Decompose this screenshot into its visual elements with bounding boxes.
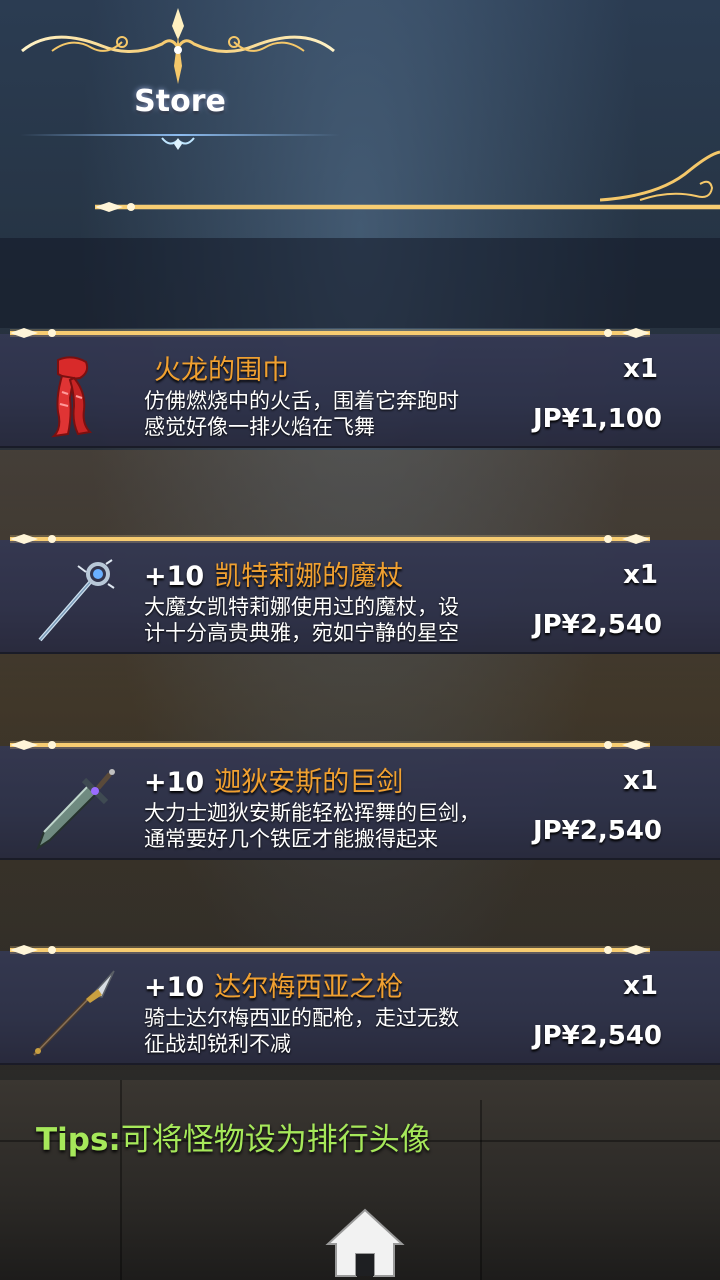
item-quantity: x1: [623, 766, 658, 796]
item-divider: [10, 945, 650, 955]
item-desc-line-2: 通常要好几个铁匠才能搬得起来: [144, 827, 438, 851]
item-quantity: x1: [623, 354, 658, 384]
item-divider: [10, 534, 650, 544]
item-title: 迦狄安斯的巨剑: [214, 767, 404, 798]
item-price-button[interactable]: JP¥2,540: [533, 1021, 662, 1051]
item-enhance-level: +10: [144, 767, 205, 798]
item-enhance-level: +10: [144, 972, 205, 1003]
item-quantity: x1: [623, 971, 658, 1001]
item-name: +10 达尔梅西亚之枪: [144, 965, 403, 1004]
red-scarf-icon: [51, 356, 93, 438]
item-description: 大力士迦狄安斯能轻松挥舞的巨剑， 通常要好几个铁匠才能搬得起来: [144, 800, 539, 852]
store-item[interactable]: +10 凯特莉娜的魔杖 大魔女凯特莉娜使用过的魔杖，设 计十分高贵典雅，宛如宁静的…: [0, 530, 720, 654]
greatsword-icon: [35, 769, 115, 851]
item-price-button[interactable]: JP¥2,540: [533, 816, 662, 846]
item-quantity: x1: [623, 560, 658, 590]
item-name: 火龙的围巾: [144, 348, 289, 387]
background-band: [0, 238, 720, 328]
item-name: +10 凯特莉娜的魔杖: [144, 554, 403, 593]
item-enhance-level: +10: [144, 561, 205, 592]
gem-ornament-icon: [161, 137, 195, 150]
store-item[interactable]: +10 迦狄安斯的巨剑 大力士迦狄安斯能轻松挥舞的巨剑， 通常要好几个铁匠才能搬得…: [0, 736, 720, 860]
item-price-button[interactable]: JP¥1,100: [533, 404, 662, 434]
item-desc-line-1: 大魔女凯特莉娜使用过的魔杖，设: [144, 595, 459, 619]
magic-staff-icon: [38, 559, 115, 642]
item-desc-line-2: 征战却锐利不减: [144, 1032, 291, 1056]
tips-label: Tips:: [36, 1122, 121, 1158]
item-desc-line-2: 感觉好像一排火焰在飞舞: [144, 415, 375, 439]
spear-icon: [32, 970, 115, 1057]
item-desc-line-1: 仿佛燃烧中的火舌，围着它奔跑时: [144, 389, 459, 413]
item-name: +10 迦狄安斯的巨剑: [144, 760, 403, 799]
header-ornament: [21, 8, 335, 84]
item-description: 骑士达尔梅西亚的配枪，走过无数 征战却锐利不减: [144, 1005, 539, 1057]
item-title: 凯特莉娜的魔杖: [214, 561, 404, 592]
item-description: 大魔女凯特莉娜使用过的魔杖，设 计十分高贵典雅，宛如宁静的星空: [144, 594, 539, 646]
tips-text: Tips:可将怪物设为排行头像: [36, 1114, 431, 1159]
item-desc-line-1: 骑士达尔梅西亚的配枪，走过无数: [144, 1006, 459, 1030]
store-item[interactable]: +10 达尔梅西亚之枪 骑士达尔梅西亚的配枪，走过无数 征战却锐利不减 x1 JP…: [0, 941, 720, 1065]
home-icon[interactable]: [324, 1206, 406, 1280]
item-divider: [10, 740, 650, 750]
item-title: 达尔梅西亚之枪: [214, 972, 404, 1003]
page-title: Store: [134, 84, 226, 119]
item-price-button[interactable]: JP¥2,540: [533, 610, 662, 640]
item-title: 火龙的围巾: [154, 355, 289, 386]
item-desc-line-1: 大力士迦狄安斯能轻松挥舞的巨剑，: [144, 801, 480, 825]
item-description: 仿佛燃烧中的火舌，围着它奔跑时 感觉好像一排火焰在飞舞: [144, 388, 539, 440]
item-divider: [10, 328, 650, 338]
tips-message: 可将怪物设为排行头像: [120, 1122, 431, 1158]
store-item[interactable]: 火龙的围巾 仿佛燃烧中的火舌，围着它奔跑时 感觉好像一排火焰在飞舞 x1 JP¥…: [0, 324, 720, 448]
header-divider: [95, 202, 720, 212]
item-desc-line-2: 计十分高贵典雅，宛如宁静的星空: [144, 621, 459, 645]
